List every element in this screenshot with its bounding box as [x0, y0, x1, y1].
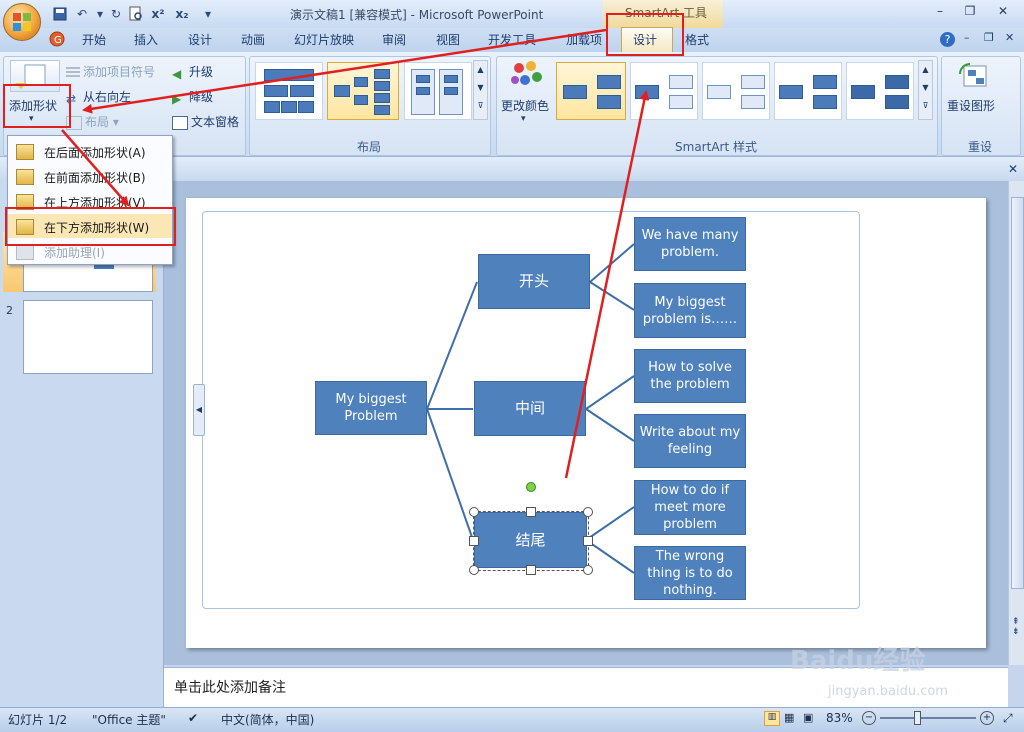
status-theme: "Office 主题": [92, 713, 166, 727]
resize-handle-nw[interactable]: [469, 507, 479, 517]
resize-handle-sw[interactable]: [469, 565, 479, 575]
status-language: 中文(简体，中国): [221, 713, 315, 727]
add-before-icon: [16, 169, 34, 185]
node-leaf-6[interactable]: The wrong thing is to do nothing.: [634, 546, 746, 600]
slide-sorter-icon[interactable]: ▦: [784, 711, 794, 724]
office-logo-icon: [13, 13, 31, 31]
resize-handle-w[interactable]: [469, 536, 479, 546]
menu-add-shape-after[interactable]: 在后面添加形状(A): [8, 139, 172, 163]
annotation-box-add-shape: [3, 84, 71, 128]
resize-handle-ne[interactable]: [583, 507, 593, 517]
node-leaf-1[interactable]: We have many problem.: [634, 217, 746, 271]
spellcheck-icon[interactable]: ✔: [188, 711, 198, 725]
node-branch-middle[interactable]: 中间: [474, 381, 586, 436]
slideshow-view-icon[interactable]: ▣: [803, 711, 813, 724]
zoom-slider-thumb[interactable]: [914, 711, 921, 725]
rotate-handle[interactable]: [526, 482, 536, 492]
status-slide-count: 幻灯片 1/2: [8, 713, 68, 727]
menu-add-shape-before[interactable]: 在前面添加形状(B): [8, 164, 172, 188]
annotation-box-add-below: [5, 207, 176, 246]
fit-to-window-icon[interactable]: ⤢: [1003, 711, 1013, 726]
zoom-slider-track[interactable]: [880, 717, 976, 719]
office-button[interactable]: [3, 3, 41, 41]
node-leaf-3[interactable]: How to solve the problem: [634, 349, 746, 403]
add-after-icon: [16, 144, 34, 160]
zoom-in-icon[interactable]: +: [980, 711, 994, 725]
resize-handle-se[interactable]: [583, 565, 593, 575]
watermark-brand: Baidu经验: [790, 646, 926, 676]
normal-view-icon[interactable]: ▥: [764, 711, 780, 726]
node-leaf-4[interactable]: Write about my feeling: [634, 414, 746, 468]
resize-handle-s[interactable]: [526, 565, 536, 575]
node-leaf-5[interactable]: How to do if meet more problem: [634, 480, 746, 535]
zoom-out-icon[interactable]: −: [862, 711, 876, 725]
node-root[interactable]: My biggest Problem: [315, 381, 427, 435]
node-leaf-2[interactable]: My biggest problem is……: [634, 283, 746, 338]
smartart-connectors: [426, 243, 635, 574]
selection-outline: [473, 511, 589, 571]
notes-placeholder: 单击此处添加备注: [174, 680, 286, 696]
annotation-box-design-tab: [606, 13, 684, 56]
resize-handle-n[interactable]: [526, 507, 536, 517]
add-assistant-icon: [16, 244, 34, 260]
node-branch-start[interactable]: 开头: [478, 254, 590, 309]
zoom-level[interactable]: 83%: [826, 711, 853, 725]
watermark-url: jingyan.baidu.com: [828, 684, 948, 699]
resize-handle-e[interactable]: [583, 536, 593, 546]
